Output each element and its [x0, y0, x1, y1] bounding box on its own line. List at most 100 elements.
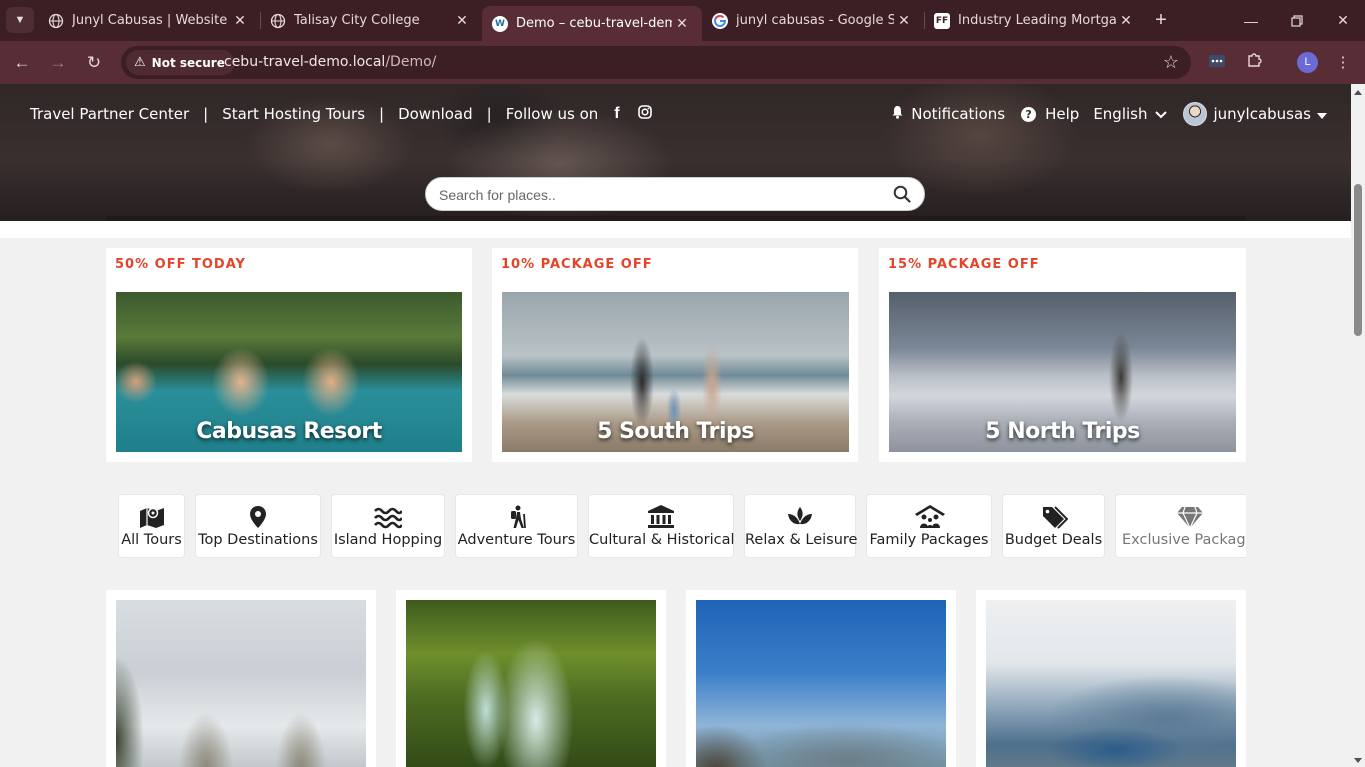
category-relax-leisure[interactable]: Relax & Leisure [744, 494, 858, 558]
destination-image [696, 600, 946, 767]
category-cultural-historical[interactable]: Cultural & Historical [588, 494, 735, 558]
promo-caption: Cabusas Resort [196, 419, 382, 444]
nav-separator: | [203, 105, 209, 123]
close-tab-icon[interactable]: ✕ [1116, 13, 1136, 29]
url-path: /Demo/ [385, 54, 437, 70]
account-navigation: Notifications ? Help English junylcabusa… [875, 102, 1327, 126]
category-label: Cultural & Historical [589, 532, 735, 548]
promo-caption: 5 North Trips [985, 419, 1140, 444]
travel-partner-center-link[interactable]: Travel Partner Center [30, 105, 189, 123]
new-tab-button[interactable]: + [1150, 9, 1172, 31]
category-label: Budget Deals [1004, 532, 1103, 548]
destination-card[interactable] [976, 590, 1246, 767]
google-icon [712, 12, 728, 29]
username: junylcabusas [1213, 105, 1311, 123]
category-exclusive-packages[interactable]: Exclusive Packages [1115, 494, 1246, 558]
url-host: cebu-travel-demo.local [224, 54, 386, 70]
category-all-tours[interactable]: All Tours [118, 494, 185, 558]
page-scrollbar[interactable] [1351, 84, 1365, 767]
hiker-icon [510, 505, 526, 529]
promo-caption: 5 South Trips [597, 419, 754, 444]
destination-card[interactable] [396, 590, 666, 767]
promo-image: Cabusas Resort [116, 292, 462, 452]
browser-tab-4[interactable]: junyl cabusas - Google Searc ✕ [702, 0, 924, 41]
help-label: Help [1045, 105, 1080, 123]
top-navigation: Travel Partner Center | Start Hosting To… [30, 105, 652, 123]
forward-arrow-icon[interactable]: → [46, 51, 70, 75]
globe-icon [270, 13, 286, 29]
category-label: Relax & Leisure [745, 532, 858, 548]
destination-card[interactable] [106, 590, 376, 767]
bookmark-star-icon[interactable]: ☆ [1163, 52, 1179, 73]
tab-title: Junyl Cabusas | Website Dev [72, 13, 230, 28]
help-link[interactable]: ? Help [1021, 105, 1079, 123]
scrollbar-thumb[interactable] [1354, 184, 1362, 336]
browser-tab-3-active[interactable]: W Demo – cebu-travel-demo ✕ [482, 6, 702, 41]
browser-toolbar: ← → ↻ ⚠ Not secure cebu-travel-demo.loca… [0, 41, 1365, 84]
start-hosting-tours-link[interactable]: Start Hosting Tours [222, 105, 365, 123]
address-bar[interactable]: ⚠ Not secure cebu-travel-demo.local/Demo… [121, 46, 1191, 79]
warning-triangle-icon: ⚠ [134, 55, 146, 70]
search-input[interactable] [439, 185, 879, 205]
destination-card[interactable] [686, 590, 956, 767]
extensions-puzzle-icon[interactable] [1243, 52, 1265, 74]
profile-avatar[interactable]: L [1297, 52, 1318, 73]
close-window-icon[interactable]: ✕ [1320, 0, 1365, 41]
destination-image [986, 600, 1236, 767]
category-budget-deals[interactable]: Budget Deals [1002, 494, 1105, 558]
category-top-destinations[interactable]: Top Destinations [195, 494, 321, 558]
promo-image: 5 South Trips [502, 292, 849, 452]
scroll-down-arrow-icon[interactable] [1354, 758, 1362, 763]
minimize-icon[interactable]: — [1228, 0, 1274, 41]
destination-image [406, 600, 656, 767]
tab-search-chevron-icon[interactable]: ▼ [6, 7, 34, 33]
category-label: Family Packages [869, 532, 989, 548]
user-menu[interactable]: junylcabusas [1183, 102, 1327, 126]
site-security-chip[interactable]: ⚠ Not secure [126, 50, 235, 75]
back-arrow-icon[interactable]: ← [10, 51, 34, 75]
close-tab-icon[interactable]: ✕ [452, 13, 472, 29]
facebook-icon[interactable]: f [614, 105, 619, 123]
browser-tab-2[interactable]: Talisay City College ✕ [260, 0, 482, 41]
tab-title: Industry Leading Mortgage L [958, 13, 1116, 28]
category-adventure-tours[interactable]: Adventure Tours [455, 494, 578, 558]
promo-card-south[interactable]: 10% PACKAGE OFF 5 South Trips [492, 248, 858, 462]
wordpress-icon: W [492, 15, 508, 32]
browser-tab-5[interactable]: FF Industry Leading Mortgage L ✕ [924, 0, 1146, 41]
url-text[interactable]: cebu-travel-demo.local/Demo/ [224, 54, 436, 70]
reload-icon[interactable]: ↻ [82, 51, 106, 75]
map-pin-icon [250, 506, 266, 528]
instagram-icon[interactable] [637, 105, 652, 123]
family-icon [915, 505, 945, 528]
promo-image: 5 North Trips [889, 292, 1236, 452]
download-link[interactable]: Download [398, 105, 473, 123]
extension-dots-icon[interactable] [1206, 52, 1228, 74]
map-icon [139, 507, 164, 528]
security-label: Not secure [151, 55, 225, 70]
category-island-hopping[interactable]: Island Hopping [331, 494, 445, 558]
category-label: Island Hopping [333, 532, 443, 548]
notifications-link[interactable]: Notifications [891, 105, 1005, 123]
bell-icon [891, 105, 904, 123]
water-icon [374, 507, 402, 529]
page-viewport: Travel Partner Center | Start Hosting To… [0, 84, 1351, 767]
search-icon[interactable] [893, 185, 911, 203]
kebab-menu-icon[interactable]: ⋮ [1332, 52, 1354, 74]
category-label: Adventure Tours [457, 532, 576, 548]
tags-icon [1042, 506, 1068, 529]
category-label: Top Destinations [198, 532, 318, 548]
globe-icon [48, 13, 64, 29]
restore-icon[interactable] [1274, 0, 1320, 41]
language-dropdown[interactable]: English [1093, 105, 1168, 123]
close-tab-icon[interactable]: ✕ [894, 13, 914, 29]
scroll-up-arrow-icon[interactable] [1354, 90, 1362, 95]
close-tab-icon[interactable]: ✕ [672, 16, 692, 32]
close-tab-icon[interactable]: ✕ [230, 13, 250, 29]
promo-card-north[interactable]: 15% PACKAGE OFF 5 North Trips [879, 248, 1246, 462]
category-label: Exclusive Packages [1122, 532, 1246, 548]
browser-tab-1[interactable]: Junyl Cabusas | Website Dev ✕ [38, 0, 260, 41]
category-overflow-clip: Exclusive Packages [1115, 493, 1246, 559]
category-family-packages[interactable]: Family Packages [866, 494, 992, 558]
promo-card-resort[interactable]: 50% OFF TODAY Cabusas Resort [106, 248, 472, 462]
tab-title: junyl cabusas - Google Searc [736, 13, 894, 28]
